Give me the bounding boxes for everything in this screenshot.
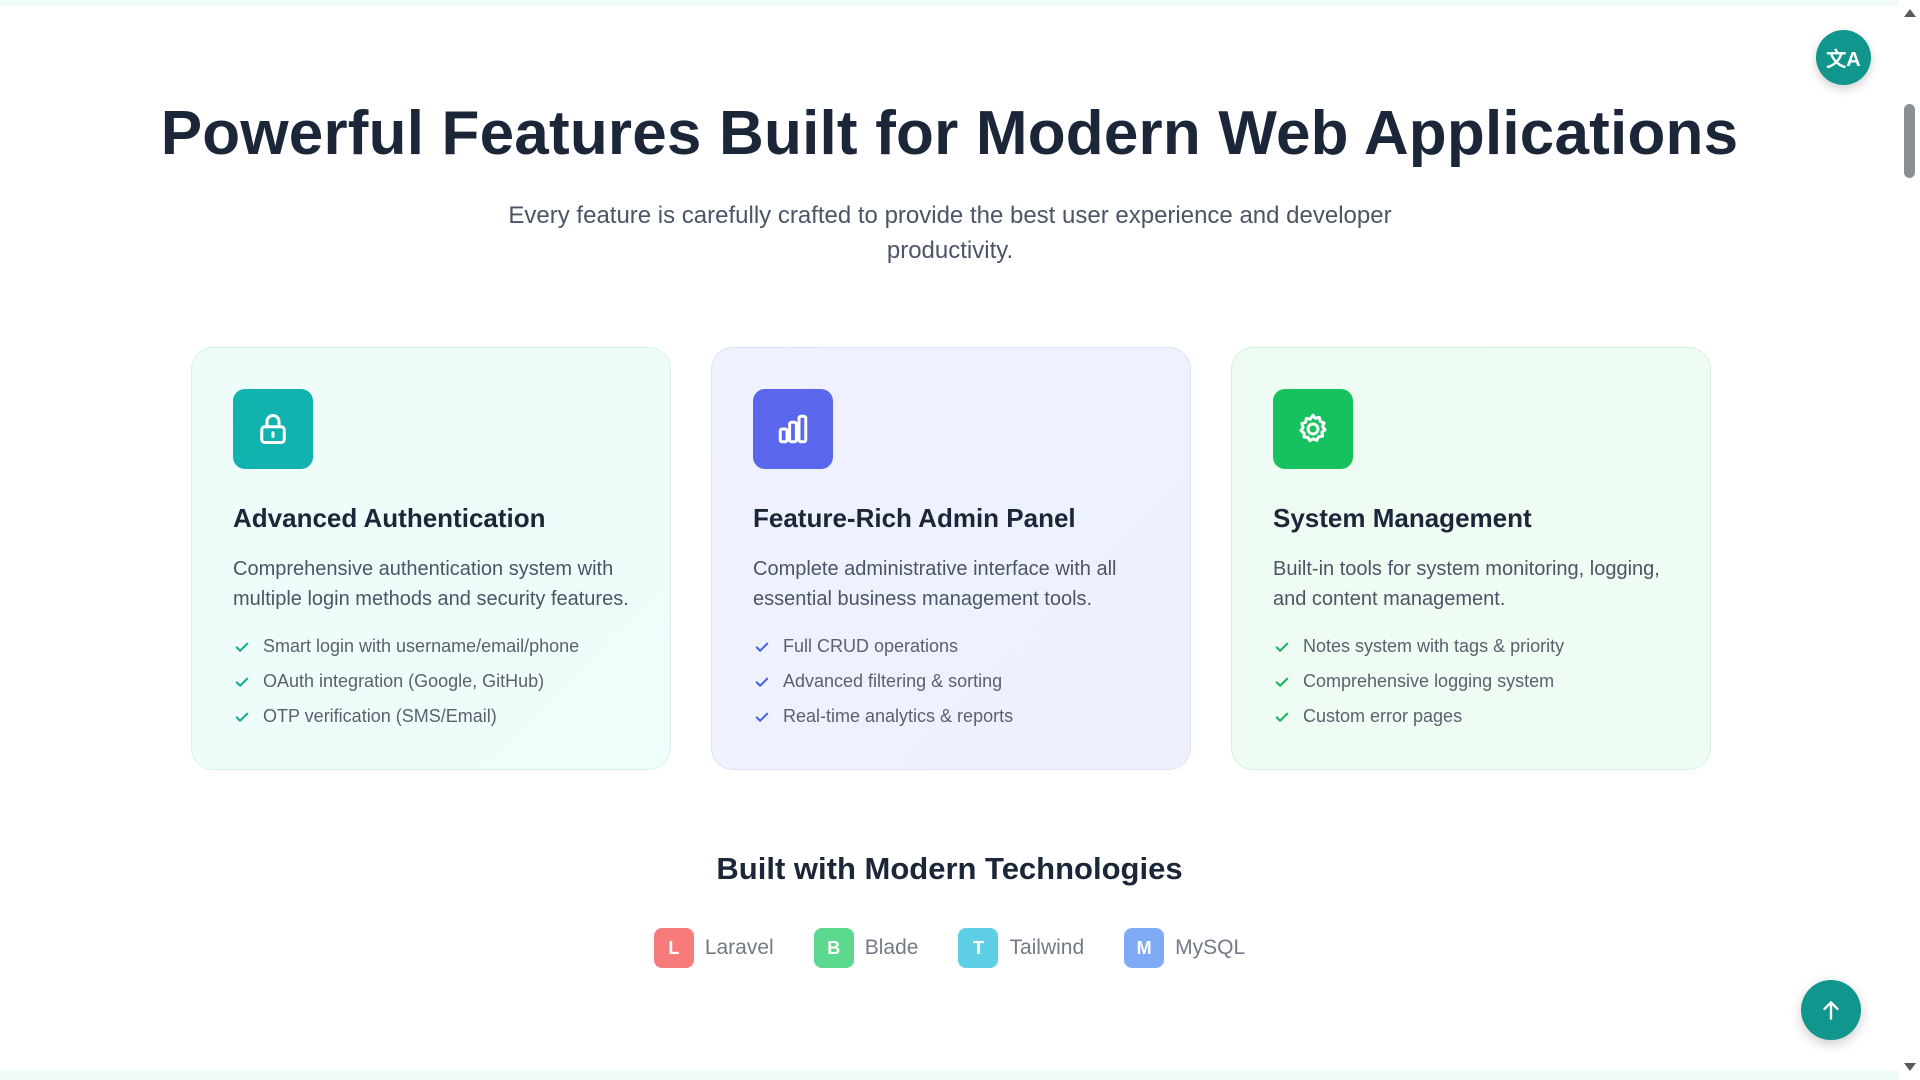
card-description: Complete administrative interface with a… (753, 558, 1117, 610)
feature-item: Notes system with tags & priority (1273, 629, 1669, 664)
check-icon (1275, 677, 1289, 687)
card-description: Comprehensive authentication system with… (233, 558, 629, 610)
feature-item: OAuth integration (Google, GitHub) (233, 664, 629, 699)
feature-item: Real-time analytics & reports (753, 699, 1149, 734)
feature-label: Full CRUD operations (783, 636, 959, 656)
feature-label: Advanced filtering & sorting (783, 671, 1003, 691)
tech-label: Laravel (704, 936, 774, 959)
feature-label: Smart login with username/email/phone (263, 636, 580, 656)
feature-item: Smart login with username/email/phone (233, 629, 629, 664)
scroll-up-arrow-icon[interactable] (1904, 9, 1916, 17)
tech-item-laravel: L Laravel (653, 928, 774, 968)
feature-list: Full CRUD operations Advanced filtering … (753, 629, 1149, 734)
lock-icon (233, 389, 313, 469)
page-subtitle: Every feature is carefully crafted to pr… (508, 202, 1392, 264)
tech-badge: T (958, 928, 999, 968)
back-to-top-button[interactable] (1801, 980, 1861, 1040)
tech-section-title: Built with Modern Technologies (716, 851, 1183, 886)
card-title: System Management (1273, 503, 1532, 533)
feature-list: Notes system with tags & priority Compre… (1273, 629, 1669, 734)
bar-chart-icon (753, 389, 833, 469)
tech-badge: L (653, 928, 694, 968)
feature-label: Custom error pages (1303, 706, 1463, 726)
tech-list: L Laravel B Blade T Tailwind M MySQL (0, 928, 1899, 968)
check-icon (1275, 712, 1289, 722)
top-strip (0, 0, 1899, 6)
tech-label: MySQL (1175, 936, 1246, 959)
tech-label: Blade (864, 936, 919, 959)
feature-card-authentication: Advanced Authentication Comprehensive au… (191, 347, 671, 770)
gear-icon (1273, 389, 1353, 469)
check-icon (755, 712, 769, 722)
arrow-up-icon (1823, 1001, 1839, 1020)
feature-item: OTP verification (SMS/Email) (233, 699, 629, 734)
tech-badge: B (813, 928, 854, 968)
tech-item-tailwind: T Tailwind (958, 928, 1084, 968)
feature-card-admin-panel: Feature-Rich Admin Panel Complete admini… (711, 347, 1191, 770)
tech-item-mysql: M MySQL (1124, 928, 1245, 968)
feature-card-system-management: System Management Built-in tools for sys… (1231, 347, 1711, 770)
feature-item: Full CRUD operations (753, 629, 1149, 664)
feature-label: Notes system with tags & priority (1303, 636, 1565, 656)
check-icon (1275, 642, 1289, 652)
feature-label: OTP verification (SMS/Email) (263, 706, 497, 726)
scroll-down-arrow-icon[interactable] (1904, 1063, 1916, 1071)
page-title: Powerful Features Built for Modern Web A… (160, 99, 1739, 168)
card-title: Advanced Authentication (233, 503, 546, 533)
feature-label: Real-time analytics & reports (783, 706, 1014, 726)
tech-badge: M (1124, 928, 1165, 968)
feature-list: Smart login with username/email/phone OA… (233, 629, 629, 734)
card-description: Built-in tools for system monitoring, lo… (1273, 558, 1660, 610)
tech-item-blade: B Blade (813, 928, 919, 968)
page: Powerful Features Built for Modern Web A… (0, 0, 1920, 1080)
feature-item: Advanced filtering & sorting (753, 664, 1149, 699)
check-icon (235, 677, 249, 687)
check-icon (235, 712, 249, 722)
translate-icon: 文A (1826, 49, 1861, 71)
translate-button[interactable]: 文A (1816, 30, 1871, 85)
bottom-strip (0, 1070, 1899, 1080)
scrollbar-thumb[interactable] (1904, 104, 1915, 178)
scrollbar[interactable] (1899, 0, 1920, 1080)
card-title: Feature-Rich Admin Panel (753, 503, 1076, 533)
tech-label: Tailwind (1009, 936, 1085, 959)
check-icon (235, 642, 249, 652)
feature-label: OAuth integration (Google, GitHub) (263, 671, 545, 691)
feature-item: Comprehensive logging system (1273, 664, 1669, 699)
feature-item: Custom error pages (1273, 699, 1669, 734)
check-icon (755, 642, 769, 652)
feature-label: Comprehensive logging system (1303, 671, 1555, 691)
check-icon (755, 677, 769, 687)
